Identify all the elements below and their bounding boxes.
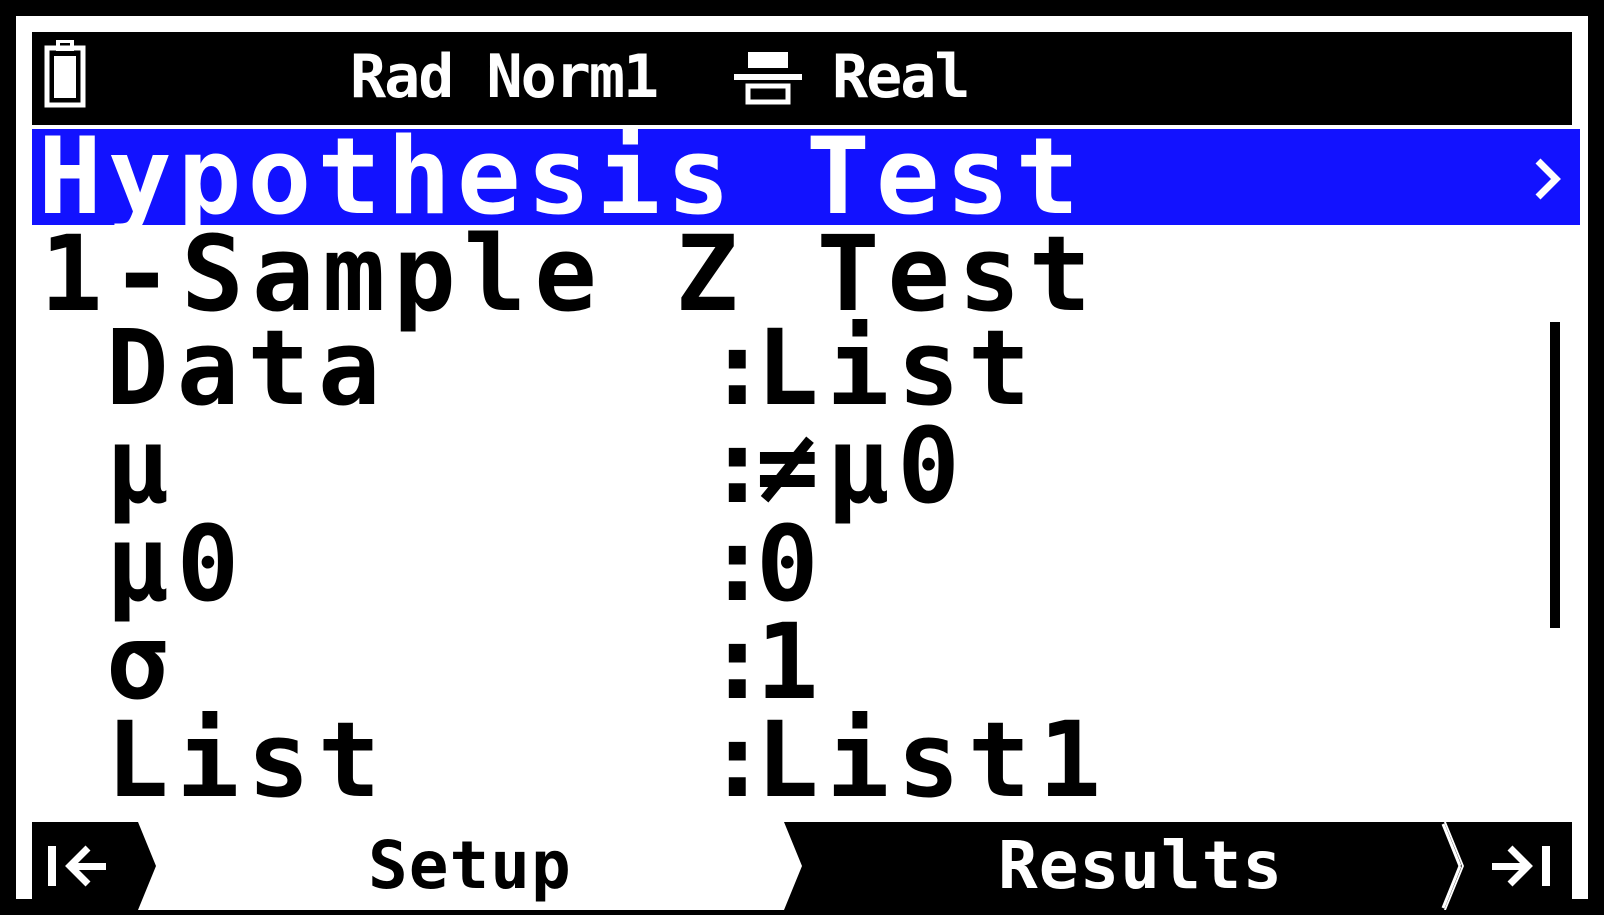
- setting-label: Data: [106, 307, 389, 429]
- go-to-first-icon[interactable]: [32, 822, 156, 910]
- setting-value[interactable]: 0: [756, 512, 827, 616]
- tab-results[interactable]: Results: [998, 828, 1283, 904]
- setting-label: μ: [106, 405, 177, 527]
- setting-row-mu[interactable]: μ : ≠μ0: [16, 405, 1536, 527]
- title-bar[interactable]: Hypothesis Test: [32, 115, 1580, 238]
- setting-row-list[interactable]: List : List1: [16, 699, 1536, 821]
- angle-display-mode: Rad Norm1: [350, 42, 660, 112]
- setting-value[interactable]: List: [756, 316, 1038, 420]
- setting-label: σ: [106, 601, 177, 723]
- scrollbar[interactable]: [1550, 322, 1560, 628]
- page-title: Hypothesis Test: [38, 115, 1086, 238]
- setting-label: List: [106, 699, 389, 821]
- setting-value[interactable]: ≠μ0: [756, 414, 968, 518]
- setting-row-sigma[interactable]: σ : 1: [16, 601, 1536, 723]
- softkey-bar: Setup Results: [32, 822, 1572, 910]
- status-bar: Rad Norm1 Real: [32, 32, 1572, 125]
- tab-setup[interactable]: Setup: [368, 828, 572, 904]
- setting-row-mu0[interactable]: μ0 : 0: [16, 503, 1536, 625]
- angle-mode: Rad: [350, 42, 454, 112]
- go-to-last-icon[interactable]: [1444, 822, 1572, 910]
- display-mode: Norm1: [486, 42, 660, 112]
- complex-mode: Real: [832, 42, 970, 112]
- calculator-screen: Rad Norm1 Real Hypothesis Test 1-Sample …: [0, 0, 1604, 915]
- setting-label: μ0: [106, 503, 248, 625]
- setting-value[interactable]: 1: [756, 610, 827, 714]
- battery-icon: [44, 40, 86, 108]
- softkey-tabs-shape: [32, 822, 1572, 910]
- chevron-right-icon[interactable]: [1532, 157, 1562, 201]
- fraction-display-icon: [734, 52, 802, 105]
- setting-value[interactable]: List1: [756, 708, 1109, 812]
- setting-row-data[interactable]: Data : List: [16, 307, 1536, 429]
